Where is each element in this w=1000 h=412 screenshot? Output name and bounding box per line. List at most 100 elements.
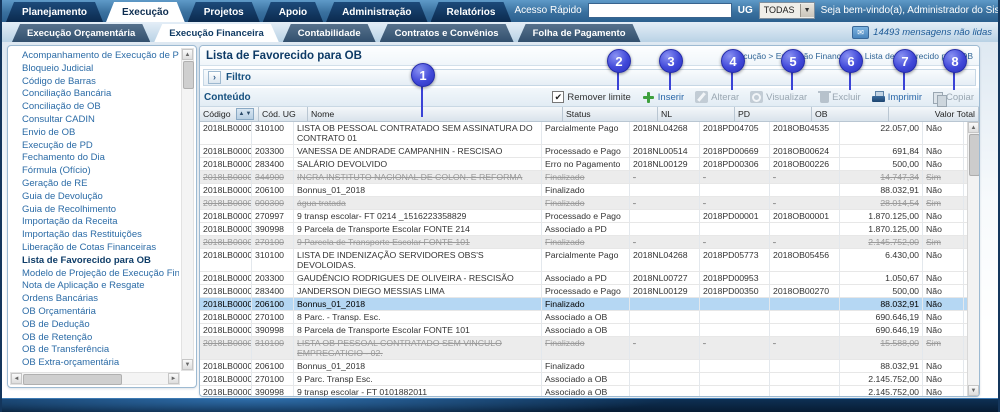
imprimir-button[interactable]: Imprimir — [872, 91, 922, 103]
cell-ob — [770, 298, 840, 310]
sidebar-item-nota-de-aplicacao-e-resgate[interactable]: Nota de Aplicação e Resgate — [22, 280, 179, 293]
sidebar-item-consultar-cadin[interactable]: Consultar CADIN — [22, 114, 179, 127]
copiar-button[interactable]: Copiar — [933, 91, 974, 104]
cell-pd: 2018PD00306 — [700, 158, 770, 170]
alterar-button[interactable]: Alterar — [695, 91, 739, 103]
top-tab-execucao[interactable]: Execução — [106, 2, 185, 22]
sidebar-item-formula-oficio[interactable]: Fórmula (Ofício) — [22, 165, 179, 178]
scrollbar-thumb[interactable] — [23, 374, 122, 385]
sidebar-item-liberacao-de-cotas-financeiras[interactable]: Liberação de Cotas Financeiras — [22, 242, 179, 255]
table-row[interactable]: 2018LB00001203300VANESSA DE ANDRADE CAMP… — [200, 145, 967, 158]
sort-desc-icon[interactable]: ▼ — [245, 111, 251, 117]
top-tab-planejamento[interactable]: Planejamento — [6, 2, 103, 22]
top-tab-projetos[interactable]: Projetos — [188, 2, 260, 22]
cell-pd: - — [700, 337, 770, 359]
table-row[interactable]: 2018LB00003206100Bonnus_01_2018Finalizad… — [200, 360, 967, 373]
ug-select[interactable]: TODAS ▼ — [759, 2, 815, 19]
cell-ob — [770, 184, 840, 196]
sub-tab-execucao-orcamentaria[interactable]: Execução Orçamentária — [12, 24, 150, 42]
cell-pd — [700, 360, 770, 372]
table-row[interactable]: 2018LB000032701009 Parc. Transp Esc.Asso… — [200, 373, 967, 386]
sort-asc-icon[interactable]: ▲ — [239, 111, 245, 117]
table-row[interactable]: 2018LB00001090300água tratadaFinalizado-… — [200, 197, 967, 210]
sub-tab-execucao-financeira[interactable]: Execução Financeira — [154, 24, 279, 42]
cell-codigo: 2018LB00003 — [200, 386, 252, 396]
cell-nome: LISTA DE INDENIZAÇÃO SERVIDORES OBS'S DE… — [294, 249, 542, 271]
cell-valor-total: 690.646,19 — [840, 311, 923, 323]
scrollbar-thumb[interactable] — [969, 134, 979, 176]
scrollbar-thumb[interactable] — [183, 61, 194, 89]
sidebar-item-fechamento-do-dia[interactable]: Fechamento do Dia — [22, 152, 179, 165]
sidebar-item-ordens-bancarias[interactable]: Ordens Bancárias — [22, 293, 179, 306]
table-row[interactable]: 2018LB00002206100Bonnus_01_2018Finalizad… — [200, 298, 967, 311]
inserir-button[interactable]: Inserir — [642, 91, 684, 103]
sidebar-item-acompanhamento-de-execucao-de-pd[interactable]: Acompanhamento de Execução de PD — [22, 50, 179, 63]
messages-link[interactable]: ✉ 14493 mensagens não lidas — [852, 26, 992, 42]
filter-expand-button[interactable]: › — [208, 71, 221, 84]
table-row[interactable]: 2018LB000012701009 Parcela de Transporte… — [200, 236, 967, 249]
sidebar-item-importacao-da-receita[interactable]: Importação da Receita — [22, 216, 179, 229]
sidebar-item-execucao-de-pd[interactable]: Execução de PD — [22, 140, 179, 153]
sidebar-item-ob-de-deducao[interactable]: OB de Dedução — [22, 319, 179, 332]
sidebar-item-ob-extra-orcamentaria[interactable]: OB Extra-orçamentária — [22, 357, 179, 370]
sidebar-item-geracao-de-re[interactable]: Geração de RE — [22, 178, 179, 191]
cell-status: Parcialmente Pago — [542, 249, 630, 271]
table-row[interactable]: 2018LB00001283400SALÁRIO DEVOLVIDOErro n… — [200, 158, 967, 171]
sidebar-horizontal-scrollbar[interactable]: ◄ ► — [10, 372, 180, 385]
table-vertical-scrollbar[interactable]: ▲ ▼ — [967, 122, 979, 396]
cell-nome: 9 Parcela de Transporte Escolar FONTE 21… — [294, 223, 542, 235]
scroll-up-icon[interactable]: ▲ — [182, 49, 193, 60]
top-tab-apoio[interactable]: Apoio — [263, 2, 323, 22]
sidebar-item-importacao-das-restituicoes[interactable]: Importação das Restituições — [22, 229, 179, 242]
remove-limit-checkbox[interactable]: ✔ Remover limite — [552, 91, 630, 103]
sidebar-item-ob-orcamentaria[interactable]: OB Orçamentária — [22, 306, 179, 319]
sub-tab-folha-de-pagamento[interactable]: Folha de Pagamento — [518, 24, 641, 42]
sub-tab-contabilidade[interactable]: Contabilidade — [283, 24, 376, 42]
table-row[interactable]: 2018LB00002203300GAUDÊNCIO RODRIGUES DE … — [200, 272, 967, 285]
sidebar-item-bloqueio-judicial[interactable]: Bloqueio Judicial — [22, 63, 179, 76]
cell-nl — [630, 373, 700, 385]
sidebar-item-conciliacao-de-ob[interactable]: Conciliação de OB — [22, 101, 179, 114]
scroll-up-icon[interactable]: ▲ — [968, 122, 979, 133]
table-row[interactable]: 2018LB000033909989 transp escolar - FT 0… — [200, 386, 967, 396]
column-header-excluido: Excluído — [979, 107, 980, 121]
table-row[interactable]: 2018LB00001206100Bonnus_01_2018Finalizad… — [200, 184, 967, 197]
table-row[interactable]: 2018LB000013909989 Parcela de Transporte… — [200, 223, 967, 236]
top-tab-administracao[interactable]: Administração — [326, 2, 427, 22]
visualizar-button[interactable]: Visualizar — [750, 91, 807, 103]
sidebar-vertical-scrollbar[interactable]: ▲ ▼ — [181, 48, 194, 371]
column-header-label: NL — [661, 109, 672, 119]
scroll-right-icon[interactable]: ► — [168, 373, 179, 384]
table-row[interactable]: 2018LB00003310100LISTA OB PESSOAL CONTRA… — [200, 337, 967, 360]
table-row[interactable]: 2018LB00001310100LISTA OB PESSOAL CONTRA… — [200, 122, 967, 145]
sidebar-item-codigo-de-barras[interactable]: Código de Barras — [22, 76, 179, 89]
sidebar-item-guia-de-devolucao[interactable]: Guia de Devolução — [22, 191, 179, 204]
table-row[interactable]: 2018LB000023909988 Parcela de Transporte… — [200, 324, 967, 337]
sidebar-item-ob-de-transferencia[interactable]: OB de Transferência — [22, 344, 179, 357]
excluir-button[interactable]: Excluir — [818, 91, 861, 103]
sidebar-item-guia-de-recolhimento[interactable]: Guia de Recolhimento — [22, 204, 179, 217]
sidebar-item-conciliacao-bancaria[interactable]: Conciliação Bancária — [22, 88, 179, 101]
scroll-left-icon[interactable]: ◄ — [11, 373, 22, 384]
content-label: Conteúdo — [204, 92, 251, 103]
table-row[interactable]: 2018LB00002283400JANDERSON DIEGO MESSIAS… — [200, 285, 967, 298]
cell-nl — [630, 298, 700, 310]
sidebar-item-ob-de-retencao[interactable]: OB de Retenção — [22, 332, 179, 345]
quick-access-input[interactable] — [588, 3, 732, 18]
scroll-down-icon[interactable]: ▼ — [968, 385, 979, 396]
table-row[interactable]: 2018LB000012709979 transp escolar- FT 02… — [200, 210, 967, 223]
table-row[interactable]: 2018LB000022701008 Parc. - Transp. Esc.A… — [200, 311, 967, 324]
sidebar-item-modelo-de-projecao-de-execucao-financ[interactable]: Modelo de Projeção de Execução Financ — [22, 268, 179, 281]
scroll-down-icon[interactable]: ▼ — [182, 359, 193, 370]
sub-tab-contratos-e-convenios[interactable]: Contratos e Convênios — [380, 24, 514, 42]
sidebar-item-envio-de-ob[interactable]: Envio de OB — [22, 127, 179, 140]
trash-icon — [820, 93, 829, 103]
sort-buttons[interactable]: ▲▼ — [236, 108, 255, 120]
sidebar-item-lista-de-favorecido-para-ob[interactable]: Lista de Favorecido para OB — [22, 255, 179, 268]
sub-navigation: Execução OrçamentáriaExecução Financeira… — [2, 22, 998, 43]
column-header-label: Valor Total — [935, 109, 975, 119]
cell-cod-ug: 310100 — [252, 249, 294, 271]
top-tab-relatorios[interactable]: Relatórios — [431, 2, 512, 22]
table-row[interactable]: 2018LB00001344900INCRA INSTITUTO NACIONA… — [200, 171, 967, 184]
table-row[interactable]: 2018LB00002310100LISTA DE INDENIZAÇÃO SE… — [200, 249, 967, 272]
